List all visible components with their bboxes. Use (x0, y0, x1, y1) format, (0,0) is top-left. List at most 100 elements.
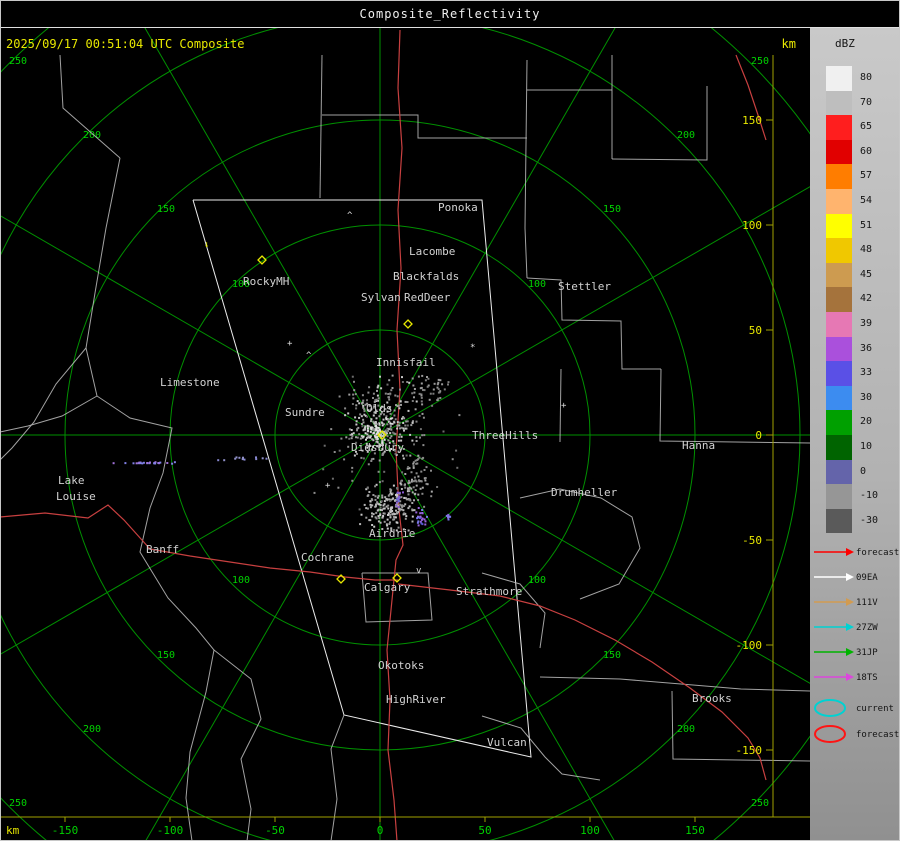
y-axis-tick-label: 50 (749, 324, 762, 337)
city-label: Hanna (682, 439, 715, 452)
colorbar-value-label: 30 (860, 391, 873, 403)
y-axis-unit-label: km (782, 37, 796, 51)
city-label: Drumheller (551, 486, 618, 499)
city-label: Brooks (692, 692, 732, 705)
storm-ellipse-icon (814, 699, 846, 717)
ring-range-label: 250 (751, 798, 769, 809)
x-axis-unit-label: km (6, 824, 20, 837)
x-axis-tick-label: 150 (685, 824, 705, 837)
ring-range-label: 200 (677, 130, 695, 141)
colorbar-value-label: -10 (860, 490, 879, 502)
legend-arrow-row: 31JP (814, 648, 878, 658)
sidebar: dBZ 80 70 65 60 57 54 51 48 45 42 39 36 33 30 20 10 0 -10… (810, 28, 900, 841)
legend-label: 27ZW (856, 623, 878, 633)
colorbar-swatch (826, 361, 852, 386)
track-arrowhead-icon (846, 673, 854, 681)
y-axis-tick-label: -100 (736, 639, 763, 652)
legend-label: 09EA (856, 573, 878, 583)
x-axis-tick-label: -100 (157, 824, 184, 837)
x-axis: -150 -100 -50 0 50 100 150 km (0, 816, 810, 837)
colorbar-value-label: 60 (860, 145, 873, 157)
precip-echoes (112, 374, 461, 532)
colorbar-value-label: 48 (860, 244, 873, 256)
colorbar-swatch (826, 508, 852, 534)
colorbar-value-label: 57 (860, 170, 873, 182)
colorbar-value-label: 42 (860, 293, 873, 305)
city-label: Cochrane (301, 551, 354, 564)
city-label: Strathmore (456, 585, 522, 598)
city-label: HighRiver (386, 693, 446, 706)
city-label: Louise (56, 490, 96, 503)
city-label: Ponoka (438, 201, 478, 214)
ring-range-label: 150 (157, 204, 175, 215)
colorbar-value-label: 45 (860, 268, 873, 280)
city-label: Sylvan (361, 291, 401, 304)
colorbar-swatch (826, 336, 852, 362)
colorbar-swatch (826, 66, 852, 91)
track-arrowhead-icon (846, 598, 854, 606)
map-header: 2025/09/17 00:51:04 UTC Composite km (6, 37, 796, 51)
colorbar-swatch (826, 213, 852, 239)
ring-range-label: 200 (677, 724, 695, 735)
map-symbol: + (287, 339, 293, 349)
colorbar-swatch (826, 115, 852, 140)
ring-range-label: 150 (603, 650, 621, 661)
colorbar-swatch (826, 238, 852, 263)
colorbar-value-label: -30 (860, 514, 879, 526)
track-arrowhead-icon (846, 648, 854, 656)
city-label: Limestone (160, 376, 220, 389)
legend-arrow-row: forecast (814, 548, 899, 558)
x-axis-tick-label: 0 (377, 824, 384, 837)
city-label: Airdrie (369, 527, 415, 540)
colorbar-value-label: 10 (860, 441, 873, 452)
colorbar-swatch (826, 312, 852, 337)
y-axis-tick-label: -50 (742, 534, 762, 547)
colorbar-value-label: 70 (860, 96, 873, 108)
ring-range-label: 100 (232, 575, 250, 586)
legend-label: 111V (856, 598, 878, 608)
y-axis-tick-label: 150 (742, 114, 762, 127)
colorbar-swatch (826, 139, 852, 165)
y-axis-tick-label: -150 (736, 744, 763, 757)
city-label: RedDeer (404, 291, 451, 304)
colorbar-swatch (826, 287, 852, 312)
x-axis-tick-label: -150 (52, 824, 79, 837)
radar-map: 100 100 100 100 150 150 150 150 200 200 200 200 250 2… (0, 28, 810, 841)
city-label: Stettler (558, 280, 611, 293)
window-title: Composite_Reflectivity (359, 6, 541, 21)
ring-range-label: 250 (9, 56, 27, 67)
ring-range-label: 250 (9, 798, 27, 809)
legend-label: forecast (856, 548, 899, 558)
colorbar-value-label: 51 (860, 219, 873, 231)
colorbar-swatch (826, 262, 852, 288)
colorbar-value-label: 33 (860, 367, 873, 379)
y-axis-tick-label: 0 (755, 429, 762, 442)
track-arrowhead-icon (846, 623, 854, 631)
colorbar-swatch (826, 189, 852, 214)
ring-range-label: 100 (528, 575, 546, 586)
city-label: Banff (146, 543, 179, 556)
map-symbol: ^ (388, 492, 394, 502)
colorbar-swatch (826, 459, 852, 485)
track-arrowhead-icon (846, 573, 854, 581)
city-label: RockyMH (243, 275, 289, 288)
legend-ellipse-row: current (814, 699, 894, 717)
colorbar-value-label: 80 (860, 72, 873, 83)
track-arrowhead-icon (846, 548, 854, 556)
storm-cell-marker (403, 319, 413, 329)
legend-arrow-row: 27ZW (814, 623, 878, 633)
storm-ellipse-icon (814, 725, 846, 743)
colorbar-swatch (826, 90, 852, 116)
map-symbol: * (470, 343, 475, 353)
ring-range-label: 200 (83, 724, 101, 735)
x-axis-tick-label: 50 (478, 824, 491, 837)
city-label: Innisfail (376, 356, 436, 369)
colorbar-value-label: 39 (860, 318, 873, 329)
ring-range-label: 250 (751, 56, 769, 67)
y-axis: 150 100 50 0 -50 -100 -150 (736, 55, 774, 817)
storm-track-legend: forecast 09EA 111V 27ZW 31JP 18TS current forec… (814, 548, 899, 743)
colorbar-swatch (826, 385, 852, 411)
ring-range-label: 100 (528, 279, 546, 290)
ring-range-label: 150 (157, 650, 175, 661)
legend-ellipse-row: forecast (814, 725, 899, 743)
